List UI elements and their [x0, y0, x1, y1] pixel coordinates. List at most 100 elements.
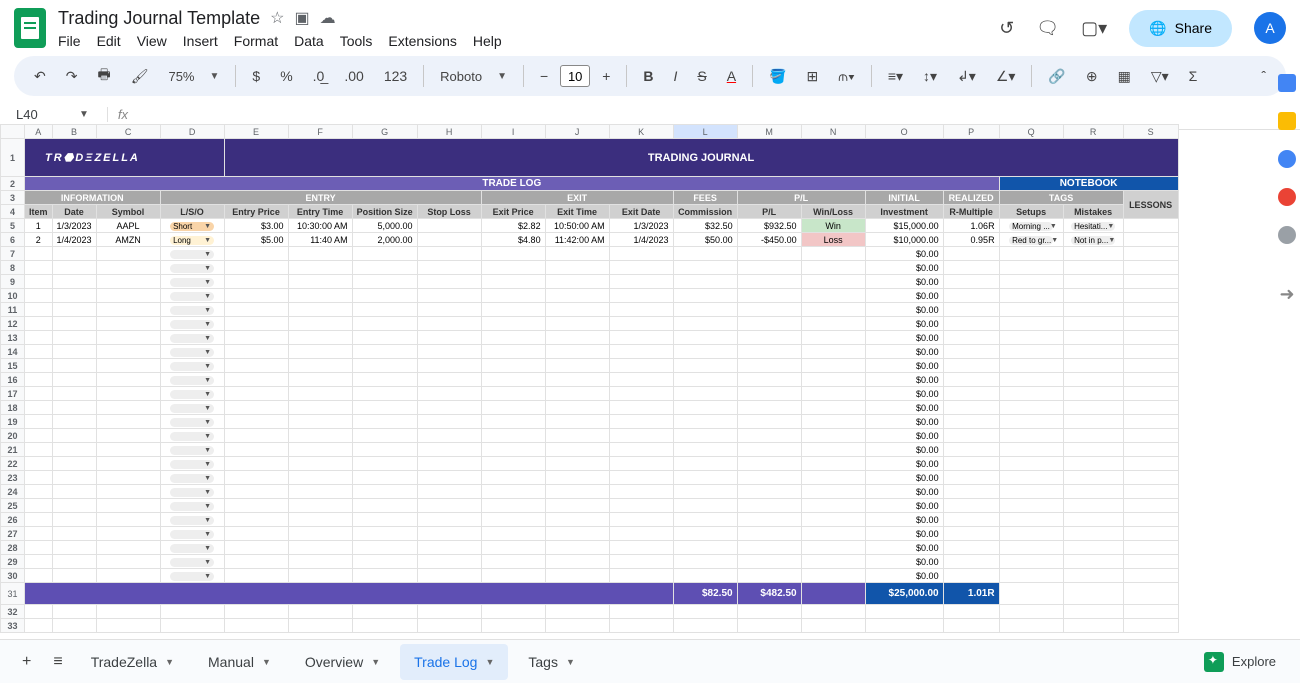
col-header[interactable]: H	[417, 125, 481, 139]
lso-chip[interactable]: ▼	[170, 530, 214, 539]
lso-chip[interactable]: ▼	[170, 418, 214, 427]
tasks-icon[interactable]	[1278, 150, 1296, 168]
col-header[interactable]: L	[673, 125, 737, 139]
all-sheets-button[interactable]: ≡	[45, 645, 70, 679]
avatar[interactable]: A	[1254, 12, 1286, 44]
col-header[interactable]: D	[160, 125, 224, 139]
explore-button[interactable]: Explore	[1204, 652, 1286, 672]
col-header[interactable]: E	[224, 125, 288, 139]
lso-chip[interactable]: ▼	[170, 376, 214, 385]
tab-trade-log[interactable]: Trade Log▼	[400, 644, 508, 680]
italic-button[interactable]: I	[666, 62, 686, 90]
setup-chip[interactable]: Red to gr...▼	[1009, 236, 1053, 245]
insert-comment-button[interactable]: ⊕	[1078, 62, 1106, 91]
lso-chip[interactable]: ▼	[170, 404, 214, 413]
col-header[interactable]: K	[609, 125, 673, 139]
percent-button[interactable]: %	[272, 62, 300, 90]
lso-chip[interactable]: ▼	[170, 446, 214, 455]
strike-button[interactable]: S	[689, 62, 714, 90]
lso-chip[interactable]: Short▼	[170, 222, 214, 231]
borders-button[interactable]: ⊞	[799, 62, 827, 91]
lso-chip[interactable]: ▼	[170, 292, 214, 301]
comment-icon[interactable]: 🗨	[1036, 18, 1059, 39]
meet-icon[interactable]: ▢▾	[1081, 18, 1107, 39]
lso-chip[interactable]: ▼	[170, 516, 214, 525]
lso-chip[interactable]: ▼	[170, 558, 214, 567]
lso-chip[interactable]: ▼	[170, 348, 214, 357]
bold-button[interactable]: B	[635, 62, 661, 90]
lso-chip[interactable]: Long▼	[170, 236, 214, 245]
more-formats-button[interactable]: 123	[376, 62, 415, 90]
fontsize-dec[interactable]: −	[532, 62, 556, 90]
lso-chip[interactable]: ▼	[170, 334, 214, 343]
tab-overview[interactable]: Overview▼	[291, 644, 394, 680]
lso-chip[interactable]: ▼	[170, 488, 214, 497]
maps-icon[interactable]	[1278, 226, 1296, 244]
merge-button[interactable]: ⫙▾	[830, 62, 863, 91]
decrease-decimal-button[interactable]: .0̲	[305, 62, 333, 90]
tab-tags[interactable]: Tags▼	[514, 644, 589, 680]
move-icon[interactable]: ▣	[294, 8, 309, 28]
col-header[interactable]: S	[1123, 125, 1178, 139]
menu-edit[interactable]: Edit	[97, 33, 121, 49]
lso-chip[interactable]: ▼	[170, 390, 214, 399]
menu-data[interactable]: Data	[294, 33, 324, 49]
currency-button[interactable]: $	[244, 62, 268, 90]
menu-help[interactable]: Help	[473, 33, 502, 49]
menu-insert[interactable]: Insert	[183, 33, 218, 49]
star-icon[interactable]: ☆	[270, 8, 284, 28]
textcolor-button[interactable]: A	[719, 62, 744, 90]
fontsize-inc[interactable]: +	[594, 62, 618, 90]
rotate-button[interactable]: ∠▾	[988, 62, 1024, 91]
col-header[interactable]: B	[52, 125, 96, 139]
add-sheet-button[interactable]: +	[14, 645, 39, 679]
menu-tools[interactable]: Tools	[340, 33, 373, 49]
lso-chip[interactable]: ▼	[170, 432, 214, 441]
lso-chip[interactable]: ▼	[170, 264, 214, 273]
setup-chip[interactable]: Morning ...▼	[1009, 222, 1053, 231]
lso-chip[interactable]: ▼	[170, 460, 214, 469]
col-header[interactable]: R	[1063, 125, 1123, 139]
functions-button[interactable]: Σ	[1181, 62, 1206, 90]
valign-button[interactable]: ↕▾	[915, 62, 945, 91]
menu-file[interactable]: File	[58, 33, 81, 49]
col-header[interactable]: P	[943, 125, 999, 139]
spreadsheet-grid[interactable]: ABCDEFGHIJKLMNOPQRS1TR⬣DΞZELLATRADING JO…	[0, 124, 1179, 633]
col-header[interactable]: G	[352, 125, 417, 139]
tab-tradezella[interactable]: TradeZella▼	[77, 644, 188, 680]
col-header[interactable]: Q	[999, 125, 1063, 139]
calendar-icon[interactable]	[1278, 74, 1296, 92]
col-header[interactable]: F	[288, 125, 352, 139]
col-header[interactable]: J	[545, 125, 609, 139]
cell-reference[interactable]: L40	[8, 107, 68, 122]
insert-chart-button[interactable]: ▦	[1110, 62, 1139, 91]
col-header[interactable]: C	[96, 125, 160, 139]
collapse-toolbar-button[interactable]: ˆ	[1253, 62, 1274, 90]
lso-chip[interactable]: ▼	[170, 474, 214, 483]
increase-decimal-button[interactable]: .00	[336, 62, 371, 90]
print-button[interactable]: 🖶	[89, 58, 118, 94]
lso-chip[interactable]: ▼	[170, 544, 214, 553]
lso-chip[interactable]: ▼	[170, 278, 214, 287]
undo-button[interactable]: ↶	[26, 62, 54, 91]
paint-format-button[interactable]: 🖌	[123, 62, 157, 91]
contacts-icon[interactable]	[1278, 188, 1296, 206]
mistake-chip[interactable]: Hesitati...▼	[1071, 222, 1115, 231]
col-header[interactable]: O	[865, 125, 943, 139]
lso-chip[interactable]: ▼	[170, 362, 214, 371]
lso-chip[interactable]: ▼	[170, 306, 214, 315]
menu-extensions[interactable]: Extensions	[388, 33, 456, 49]
sheets-app-icon[interactable]	[14, 8, 46, 48]
lso-chip[interactable]: ▼	[170, 320, 214, 329]
history-icon[interactable]: ↺	[999, 18, 1014, 39]
menu-view[interactable]: View	[137, 33, 167, 49]
link-button[interactable]: 🔗	[1040, 62, 1073, 91]
menu-format[interactable]: Format	[234, 33, 278, 49]
formula-bar[interactable]	[136, 107, 1292, 122]
redo-button[interactable]: ↷	[58, 62, 86, 91]
col-header[interactable]: M	[737, 125, 801, 139]
lso-chip[interactable]: ▼	[170, 502, 214, 511]
halign-button[interactable]: ≡▾	[880, 62, 911, 91]
zoom-select[interactable]: 75%▼	[160, 63, 227, 90]
col-header[interactable]: N	[801, 125, 865, 139]
